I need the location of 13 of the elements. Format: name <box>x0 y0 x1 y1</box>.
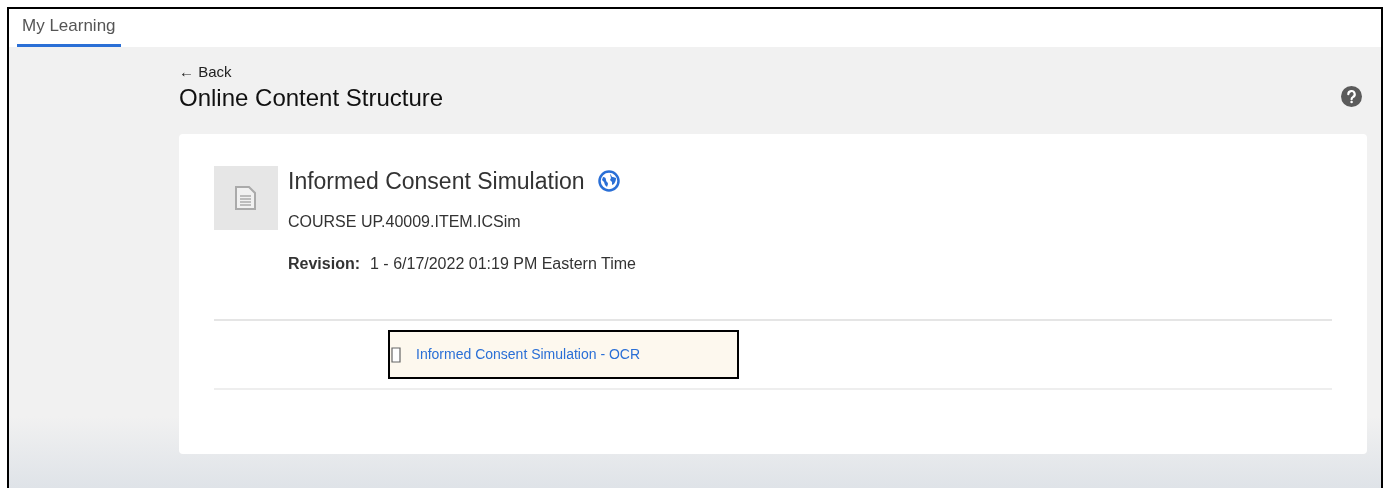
highlighted-item[interactable]: Informed Consent Simulation - OCR <box>388 330 739 379</box>
tab[interactable]: My Learning <box>17 12 121 47</box>
revision-label: Revision: <box>288 254 360 274</box>
document-icon <box>235 186 257 210</box>
back-link[interactable]: ← Back <box>179 63 232 81</box>
item-link[interactable]: Informed Consent Simulation - OCR <box>416 344 641 365</box>
course-title: Informed Consent Simulation <box>288 167 585 196</box>
help-icon[interactable] <box>1341 86 1362 107</box>
page-icon <box>391 346 401 363</box>
course-code: COURSE UP.40009.ITEM.ICSim <box>288 212 522 232</box>
revision-value: 1 - 6/17/2022 01:19 PM Eastern Time <box>370 254 636 274</box>
globe-icon <box>597 170 620 192</box>
page-title: Online Content Structure <box>179 83 444 113</box>
